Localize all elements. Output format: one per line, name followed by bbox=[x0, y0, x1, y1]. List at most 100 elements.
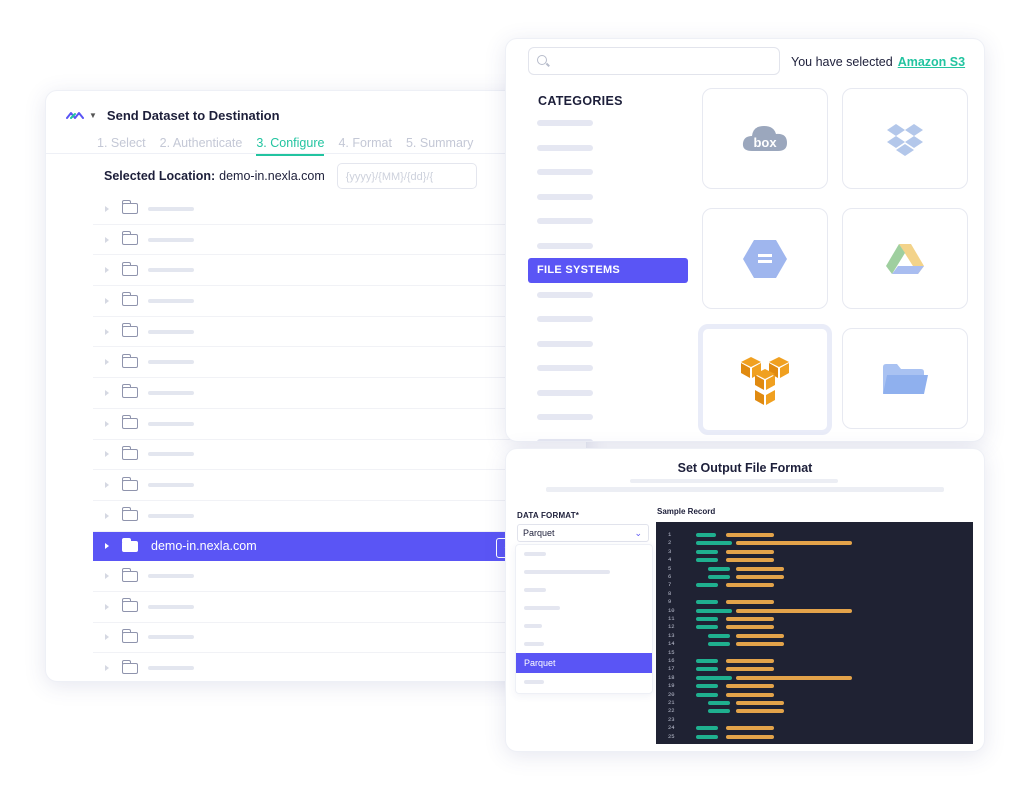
dropdown-option[interactable] bbox=[516, 563, 652, 581]
dropdown-option[interactable] bbox=[516, 617, 652, 635]
expand-arrow-icon[interactable] bbox=[105, 603, 109, 610]
category-item[interactable] bbox=[528, 209, 688, 234]
line-number: 15 bbox=[668, 648, 675, 656]
category-item[interactable] bbox=[528, 381, 688, 406]
category-item[interactable] bbox=[528, 283, 688, 308]
path-input[interactable]: {yyyy}/{MM}/{dd}/{ bbox=[336, 163, 477, 189]
code-line: 19 bbox=[656, 683, 973, 689]
category-item[interactable] bbox=[528, 160, 688, 185]
category-item[interactable] bbox=[528, 234, 688, 259]
expand-arrow-icon[interactable] bbox=[105, 634, 109, 641]
category-item[interactable] bbox=[528, 307, 688, 332]
category-item[interactable] bbox=[528, 356, 688, 381]
data-format-value: Parquet bbox=[523, 528, 555, 538]
data-format-select[interactable]: Parquet ⌄ bbox=[517, 524, 649, 542]
expand-arrow-icon[interactable] bbox=[105, 573, 109, 580]
category-item[interactable] bbox=[528, 405, 688, 430]
line-number: 2 bbox=[668, 539, 672, 547]
tile-amazon-s3[interactable] bbox=[698, 324, 832, 435]
output-format-panel: Set Output File Format DATA FORMAT* Parq… bbox=[505, 448, 985, 752]
code-value-placeholder bbox=[736, 566, 784, 571]
search-icon bbox=[537, 55, 547, 65]
code-key-placeholder bbox=[696, 608, 732, 613]
folder-icon bbox=[121, 292, 138, 307]
chevron-down-icon[interactable]: ▼ bbox=[89, 111, 97, 120]
category-item[interactable] bbox=[528, 136, 688, 161]
nexla-logo-icon[interactable] bbox=[66, 110, 84, 122]
tile-google-cloud-storage[interactable] bbox=[702, 208, 828, 309]
google-cloud-storage-icon bbox=[743, 239, 787, 278]
line-number: 5 bbox=[668, 564, 672, 572]
code-value-placeholder bbox=[726, 533, 774, 537]
code-line: 5 bbox=[656, 564, 973, 572]
folder-icon bbox=[121, 200, 138, 215]
category-item[interactable] bbox=[528, 332, 688, 357]
code-line: 9 bbox=[656, 599, 973, 605]
dropdown-option[interactable] bbox=[516, 635, 652, 653]
tile-google-drive[interactable] bbox=[842, 208, 968, 309]
placeholder-bar bbox=[630, 479, 838, 483]
placeholder-bar bbox=[546, 487, 944, 492]
folder-name-placeholder bbox=[148, 452, 194, 457]
expand-arrow-icon[interactable] bbox=[105, 665, 109, 672]
code-key-placeholder bbox=[696, 734, 718, 739]
option-placeholder bbox=[524, 570, 610, 574]
folder-icon bbox=[121, 537, 138, 552]
folder-name-placeholder bbox=[148, 360, 194, 365]
line-number: 23 bbox=[668, 715, 675, 723]
dropdown-option[interactable] bbox=[516, 673, 652, 691]
line-number: 25 bbox=[668, 732, 675, 740]
dropdown-option[interactable] bbox=[516, 545, 652, 563]
code-value-placeholder bbox=[736, 675, 852, 680]
code-key-placeholder bbox=[708, 701, 730, 705]
category-placeholder bbox=[537, 438, 593, 441]
panel-header: ▼ Send Dataset to Destination bbox=[66, 108, 280, 123]
category-item[interactable] bbox=[528, 430, 688, 441]
option-placeholder bbox=[524, 552, 546, 556]
expand-arrow-icon[interactable] bbox=[105, 389, 109, 396]
line-number: 14 bbox=[668, 640, 675, 648]
category-file-systems[interactable]: FILE SYSTEMS bbox=[528, 258, 688, 283]
folder-icon bbox=[121, 384, 138, 399]
expand-arrow-icon[interactable] bbox=[105, 482, 109, 489]
expand-arrow-icon[interactable] bbox=[105, 328, 109, 335]
expand-arrow-icon[interactable] bbox=[105, 297, 109, 304]
code-line: 13 bbox=[656, 632, 973, 639]
tile-dropbox[interactable] bbox=[842, 88, 968, 189]
expand-arrow-icon[interactable] bbox=[105, 267, 109, 274]
dropdown-option[interactable] bbox=[516, 581, 652, 599]
option-placeholder bbox=[524, 624, 542, 628]
code-line: 21 bbox=[656, 700, 973, 706]
category-item[interactable] bbox=[528, 111, 688, 136]
selected-location-row: Selected Location: demo-in.nexla.com {yy… bbox=[104, 163, 477, 189]
code-line: 16 bbox=[656, 658, 973, 664]
code-value-placeholder bbox=[736, 642, 784, 647]
expand-arrow-icon[interactable] bbox=[105, 205, 109, 212]
code-value-placeholder bbox=[726, 617, 774, 621]
code-line: 23 bbox=[656, 715, 973, 723]
expand-arrow-icon[interactable] bbox=[105, 236, 109, 243]
category-item[interactable] bbox=[528, 185, 688, 210]
search-input[interactable] bbox=[528, 47, 780, 75]
expand-arrow-icon[interactable] bbox=[105, 420, 109, 427]
expand-arrow-icon[interactable] bbox=[105, 451, 109, 458]
folder-icon bbox=[121, 476, 138, 491]
line-number: 8 bbox=[668, 589, 672, 597]
category-placeholder bbox=[537, 340, 593, 347]
line-number: 17 bbox=[668, 665, 675, 673]
line-number: 7 bbox=[668, 581, 672, 589]
dropdown-option-parquet[interactable]: Parquet bbox=[516, 653, 652, 673]
folder-name-placeholder bbox=[148, 206, 194, 211]
expand-arrow-icon[interactable] bbox=[105, 359, 109, 366]
line-number: 9 bbox=[668, 598, 672, 606]
tile-file-folder[interactable] bbox=[842, 328, 968, 429]
code-key-placeholder bbox=[696, 558, 718, 563]
line-number: 22 bbox=[668, 707, 675, 715]
selected-connector-link[interactable]: Amazon S3 bbox=[898, 55, 965, 69]
expand-arrow-icon[interactable] bbox=[105, 543, 109, 550]
chevron-down-icon: ⌄ bbox=[634, 528, 642, 538]
expand-arrow-icon[interactable] bbox=[105, 512, 109, 519]
tile-box[interactable]: box bbox=[702, 88, 828, 189]
format-panel-title: Set Output File Format bbox=[677, 461, 813, 475]
dropdown-option[interactable] bbox=[516, 599, 652, 617]
